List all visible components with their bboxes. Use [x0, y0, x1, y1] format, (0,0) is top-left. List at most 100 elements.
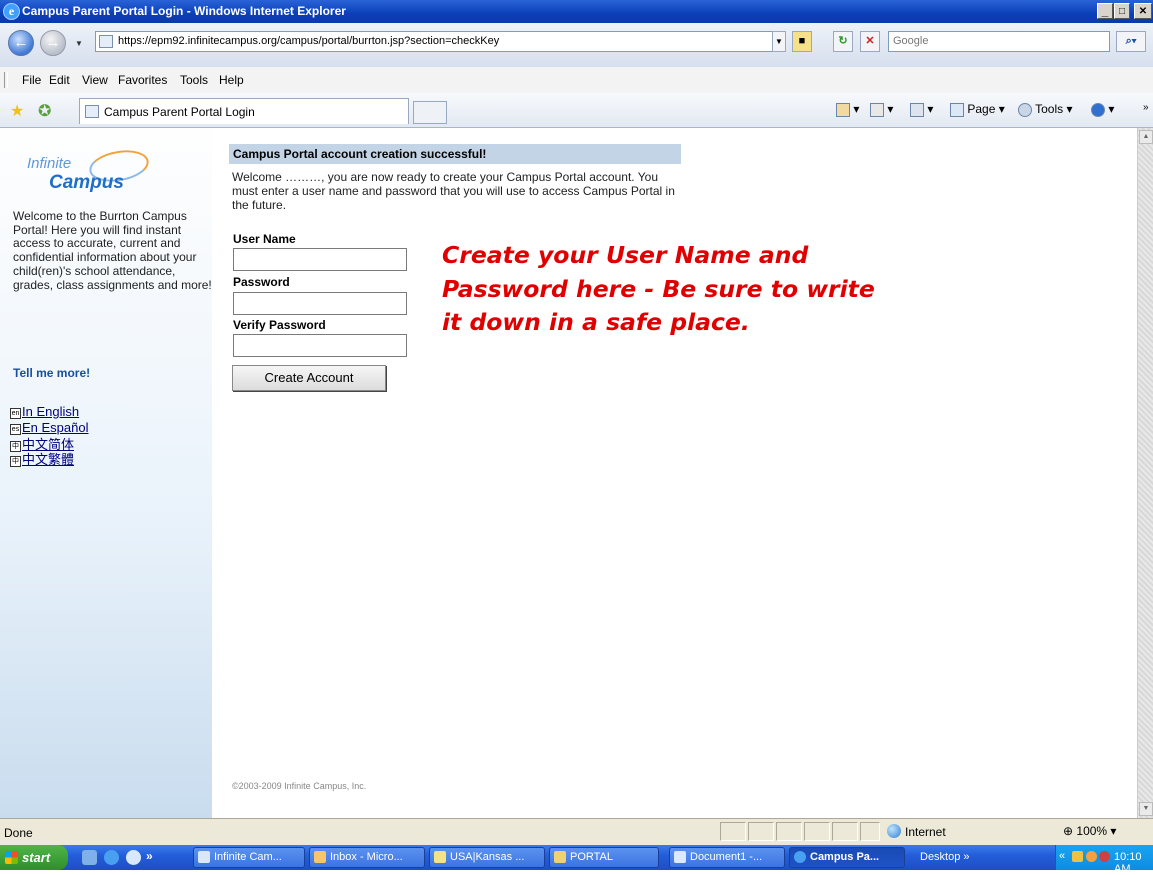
menu-tools[interactable]: Tools — [180, 73, 208, 87]
folder-icon — [554, 851, 566, 863]
logo-text-campus: Campus — [49, 172, 124, 193]
quicklaunch-more-icon[interactable]: » — [146, 849, 153, 863]
tray-collapse-icon[interactable]: « — [1059, 850, 1065, 862]
language-chinese-traditional[interactable]: 中中文繁體 — [10, 449, 74, 468]
page-menu[interactable]: Page ▾ — [950, 102, 1005, 117]
desktop-label: Desktop — [920, 851, 961, 863]
tray-volume-icon[interactable] — [1072, 851, 1083, 862]
task-icon — [794, 851, 806, 863]
tools-menu[interactable]: Tools ▾ — [1018, 102, 1073, 117]
search-icon[interactable]: ⌕▾ — [1116, 31, 1146, 52]
menu-favorites[interactable]: Favorites — [118, 73, 167, 87]
lock-icon[interactable]: ■ — [792, 31, 812, 52]
quicklaunch-media-icon[interactable] — [126, 850, 141, 865]
add-favorite-icon[interactable]: ✪ — [38, 101, 51, 121]
task-label: USA|Kansas ... — [450, 851, 525, 863]
status-pane — [776, 822, 802, 841]
start-button[interactable]: start — [0, 845, 68, 870]
security-zone[interactable]: Internet — [887, 824, 946, 839]
back-button[interactable]: ← — [8, 30, 34, 56]
start-label: start — [22, 850, 51, 865]
tab-campus-parent-portal[interactable]: Campus Parent Portal Login — [79, 98, 409, 124]
task-label: PORTAL — [570, 851, 613, 863]
task-label: Infinite Cam... — [214, 851, 282, 863]
favorites-star-icon[interactable]: ★ — [10, 101, 24, 121]
vertical-scrollbar[interactable]: ▲ ▼ — [1137, 128, 1153, 818]
lang-link[interactable]: In English — [22, 404, 79, 419]
language-spanish[interactable]: es En Español — [10, 420, 89, 435]
system-tray: « 10:10 AM — [1055, 845, 1153, 875]
maximize-button[interactable]: □ — [1114, 3, 1130, 19]
window-title: Campus Parent Portal Login - Windows Int… — [22, 4, 346, 18]
tell-me-more-link[interactable]: Tell me more! — [13, 366, 90, 380]
taskbar-item[interactable]: Inbox - Micro... — [309, 847, 425, 868]
task-label: Inbox - Micro... — [330, 851, 403, 863]
verify-password-label: Verify Password — [233, 318, 326, 332]
desktop-toolbar[interactable]: Desktop » — [920, 851, 970, 863]
scroll-up-icon[interactable]: ▲ — [1139, 130, 1153, 144]
create-account-button[interactable]: Create Account — [232, 365, 386, 391]
minimize-button[interactable]: _ — [1097, 3, 1113, 19]
status-pane — [832, 822, 858, 841]
quicklaunch-ie-icon[interactable] — [104, 850, 119, 865]
help-icon[interactable]: ▾ — [1091, 102, 1114, 117]
language-english[interactable]: en In English — [10, 404, 79, 419]
chevron-more-icon[interactable]: » — [1143, 102, 1149, 113]
search-input[interactable]: Google — [888, 31, 1110, 52]
lang-link[interactable]: 中文繁體 — [22, 452, 74, 467]
task-label: Document1 -... — [690, 851, 763, 863]
globe-icon — [887, 824, 901, 838]
tray-security-icon[interactable] — [1099, 851, 1110, 862]
password-label: Password — [233, 275, 290, 289]
tools-menu-label: Tools — [1035, 102, 1064, 116]
close-button[interactable]: ✕ — [1134, 3, 1152, 19]
verify-password-input[interactable] — [233, 334, 407, 357]
address-field[interactable]: https://epm92.infinitecampus.org/campus/… — [95, 31, 785, 52]
stop-icon[interactable]: ✕ — [860, 31, 880, 52]
lang-link[interactable]: En Español — [22, 420, 89, 435]
status-pane — [804, 822, 830, 841]
page-menu-icon — [950, 102, 964, 117]
zoom-value: 100% — [1076, 824, 1108, 838]
lang-flag-icon: en — [10, 408, 21, 419]
taskbar-item[interactable]: USA|Kansas ... — [429, 847, 545, 868]
quicklaunch-desktop-icon[interactable] — [82, 850, 97, 865]
tools-gear-icon — [1018, 102, 1032, 117]
menu-view[interactable]: View — [82, 73, 108, 87]
menu-help[interactable]: Help — [219, 73, 244, 87]
menu-file[interactable]: File — [22, 73, 41, 87]
taskbar-item[interactable]: PORTAL — [549, 847, 659, 868]
success-header: Campus Portal account creation successfu… — [229, 144, 681, 164]
welcome-message: Welcome ………, you are now ready to create… — [232, 170, 675, 212]
taskbar-item[interactable]: Infinite Cam... — [193, 847, 305, 868]
tab-bar: ★ ✪ Campus Parent Portal Login ▾ ▾ ▾ Pag… — [0, 93, 1153, 128]
status-text: Done — [4, 826, 33, 840]
taskbar-item-active[interactable]: Campus Pa... — [789, 847, 905, 868]
word-icon — [674, 851, 686, 863]
zoom-level[interactable]: ⊕ 100% ▾ — [1063, 824, 1116, 838]
tab-label: Campus Parent Portal Login — [104, 105, 255, 119]
recent-pages-dropdown-icon[interactable]: ▼ — [75, 39, 83, 48]
menu-edit[interactable]: Edit — [49, 73, 70, 87]
page-icon — [99, 35, 113, 48]
tray-app-icon[interactable] — [1086, 851, 1097, 862]
home-icon[interactable]: ▾ — [836, 102, 859, 117]
feeds-icon[interactable]: ▾ — [870, 102, 893, 117]
password-input[interactable] — [233, 292, 407, 315]
username-input[interactable] — [233, 248, 407, 271]
forward-button[interactable]: → — [40, 30, 66, 56]
toolbar-grip — [4, 72, 8, 88]
address-dropdown-icon[interactable]: ▼ — [772, 31, 786, 52]
task-icon — [314, 851, 326, 863]
scroll-down-icon[interactable]: ▼ — [1139, 802, 1153, 816]
taskbar-item[interactable]: Document1 -... — [669, 847, 785, 868]
refresh-icon[interactable]: ↻ — [833, 31, 853, 52]
zone-label: Internet — [905, 825, 946, 839]
new-tab-button[interactable] — [413, 101, 447, 124]
status-pane — [748, 822, 774, 841]
page-viewport: Infinite Campus Welcome to the Burrton C… — [0, 128, 1137, 818]
address-toolbar: ← → ▼ https://epm92.infinitecampus.org/c… — [0, 23, 1153, 68]
search-placeholder: Google — [893, 35, 929, 47]
print-icon[interactable]: ▾ — [910, 102, 933, 117]
clock[interactable]: 10:10 AM — [1114, 851, 1153, 875]
